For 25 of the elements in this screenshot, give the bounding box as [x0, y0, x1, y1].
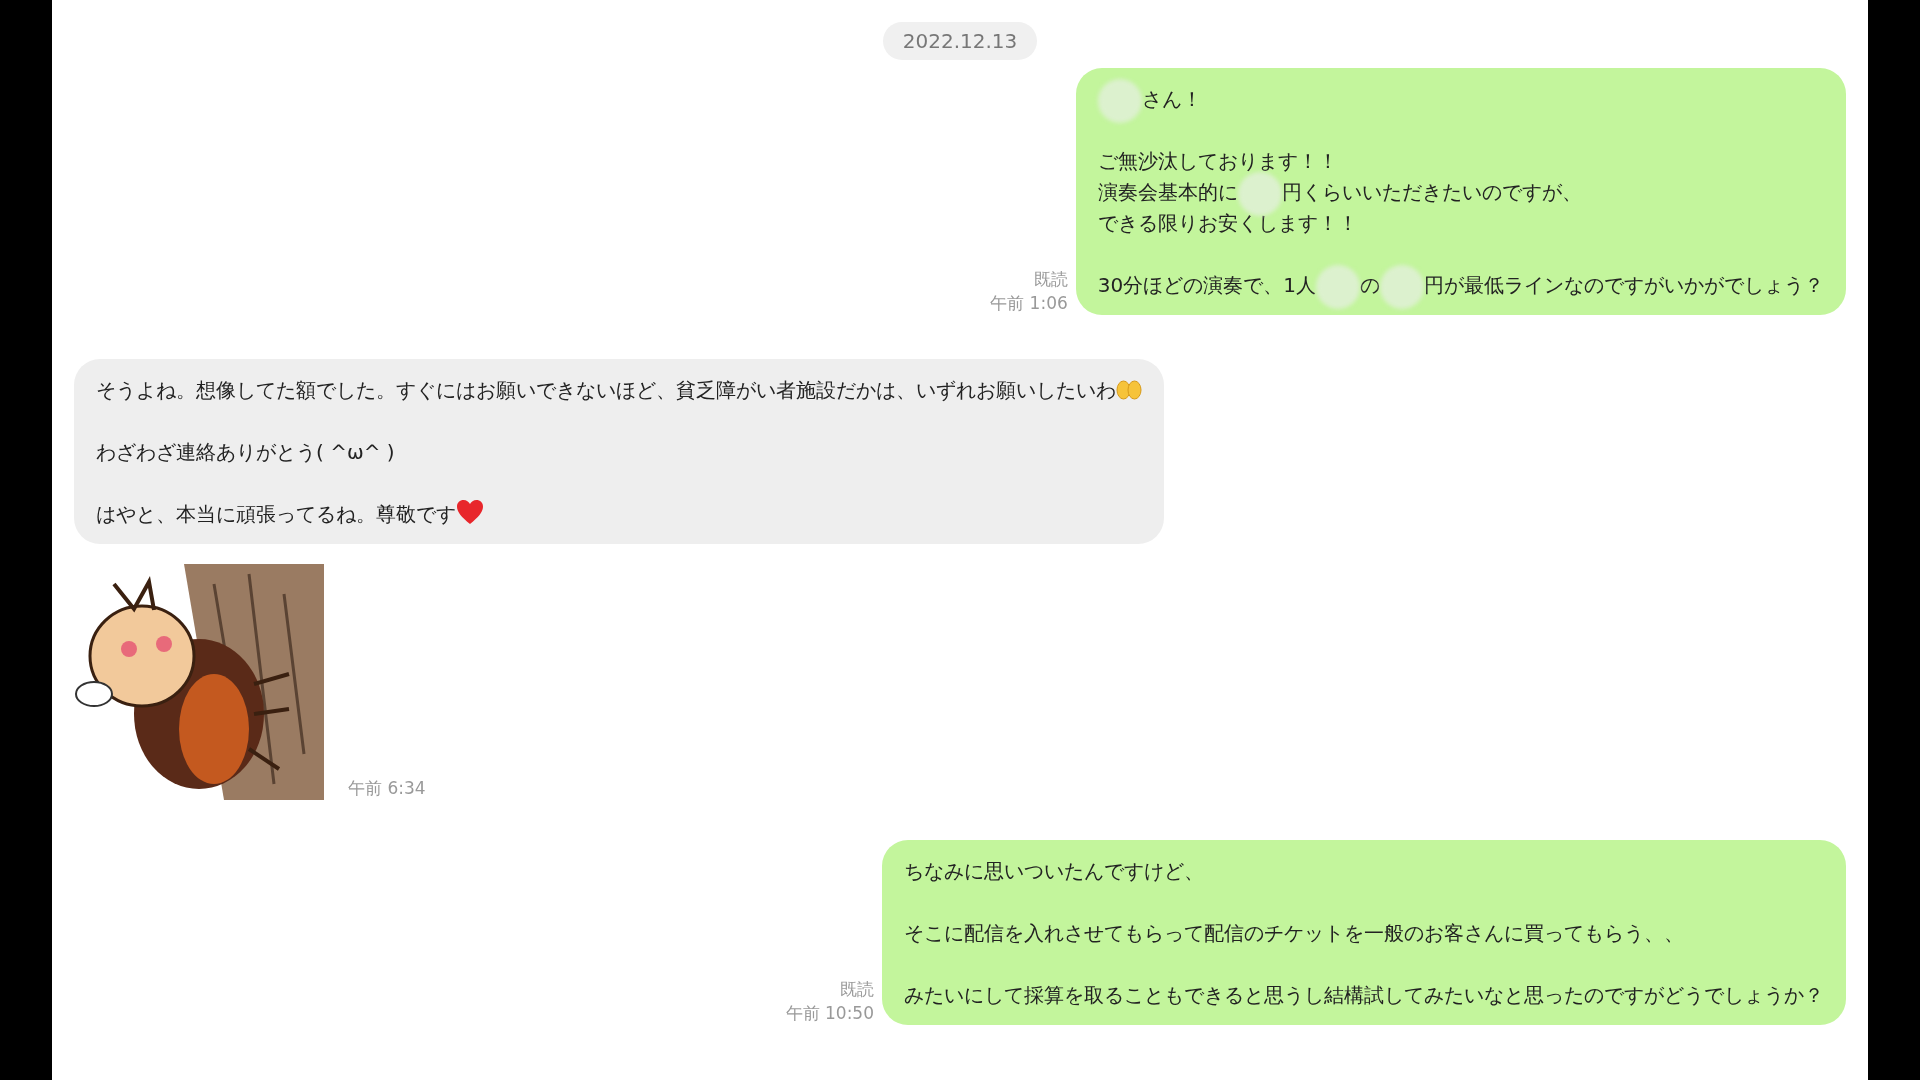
message-text: そこに配信を入れさせてもらって配信のチケットを一般のお客さんに買ってもらう、、 — [904, 921, 1684, 945]
message-text: 円が最低ラインなのですがいかがでしょう？ — [1424, 273, 1824, 297]
blur-patch — [1380, 264, 1424, 309]
message-text: 演奏会基本的に — [1097, 180, 1238, 204]
message-text: そうよね。想像してた額でした。すぐにはお願いできないほど、貧乏障がい者施設だかは、いずれお願いしたいわ — [96, 378, 1116, 402]
blur-patch — [1097, 78, 1142, 123]
message-text: できる限りお安くします！！ — [1097, 211, 1358, 235]
message-text: ちなみに思いついたんですけど、 — [904, 859, 1204, 883]
message-time: 午前 6:34 — [348, 777, 426, 800]
message-time: 午前 1:06 — [990, 292, 1068, 315]
message-text: の — [1360, 273, 1380, 297]
message-text: 円くらいいただきたいのですが、 — [1281, 180, 1582, 204]
message-time: 午前 10:50 — [785, 1002, 874, 1025]
read-receipt: 既読 — [839, 978, 874, 1001]
message-text: さん！ — [1141, 87, 1202, 111]
message-text: ご無沙汰しております！！ — [1097, 149, 1338, 173]
read-receipt: 既読 — [1032, 268, 1068, 291]
message-text: わざわざ連絡ありがとう( ^ω^ ) — [96, 440, 395, 464]
message-text: 30分ほどの演奏で、1人 — [1097, 273, 1316, 297]
message-text: みたいにして採算を取ることもできると思うし結構試してみたいなと思ったのですがどうでしょうか？ — [904, 983, 1824, 1007]
date-label: 2022.12.13 — [882, 22, 1038, 60]
message-text: はやと、本当に頑張ってるね。尊敬です — [96, 502, 456, 526]
blur-patch — [1316, 264, 1360, 309]
blur-patch — [1237, 171, 1282, 216]
heart-icon — [456, 499, 484, 525]
